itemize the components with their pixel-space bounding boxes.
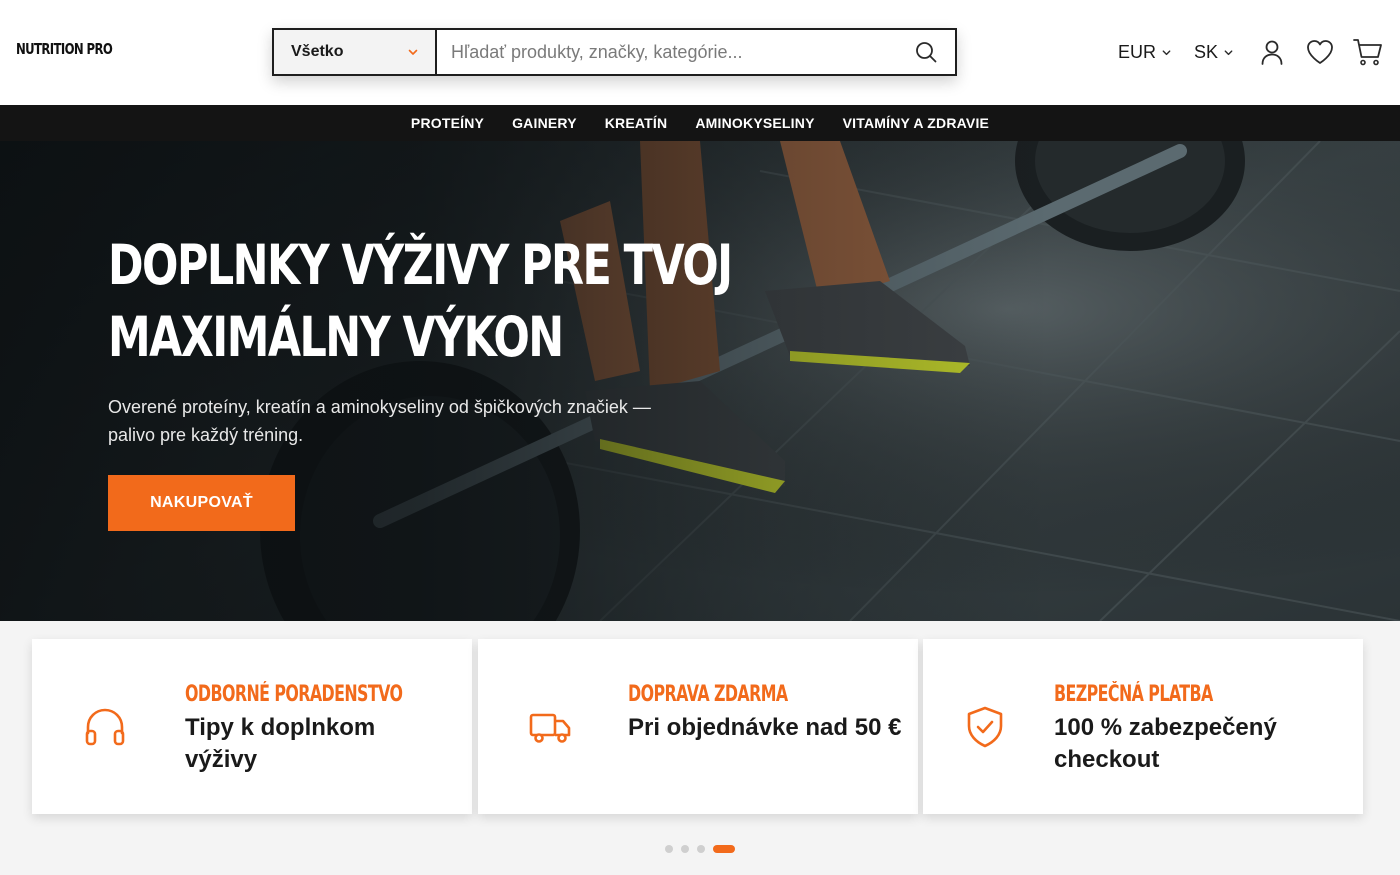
language-select[interactable]: SK bbox=[1194, 42, 1234, 63]
hero-overlay bbox=[0, 141, 1400, 621]
shield-check-icon bbox=[967, 706, 1003, 748]
feature-title: BEZPEČNÁ PLATBA bbox=[1054, 682, 1213, 707]
search-button[interactable] bbox=[897, 30, 955, 74]
carousel-dots bbox=[0, 844, 1400, 854]
wishlist-button[interactable] bbox=[1304, 36, 1336, 68]
nav-item-vitaminy[interactable]: VITAMÍNY A ZDRAVIE bbox=[843, 115, 989, 131]
hero-title: DOPLNKY VÝŽIVY PRE TVOJ MAXIMÁLNY VÝKON bbox=[108, 229, 733, 373]
language-label: SK bbox=[1193, 41, 1218, 62]
feature-text: 100 % zabezpečený checkout bbox=[1054, 714, 1277, 773]
hero-banner: DOPLNKY VÝŽIVY PRE TVOJ MAXIMÁLNY VÝKON … bbox=[0, 141, 1400, 621]
account-button[interactable] bbox=[1256, 36, 1288, 68]
main-nav: PROTEÍNY GAINERY KREATÍN AMINOKYSELINY V… bbox=[0, 105, 1400, 141]
feature-text: Pri objednávke nad 50 € bbox=[628, 714, 902, 741]
header-actions: EUR SK bbox=[1118, 34, 1384, 70]
site-header: NUTRITION PRO Všetko EUR SK bbox=[0, 0, 1400, 105]
truck-icon bbox=[529, 713, 571, 743]
hero-title-line: MAXIMÁLNY VÝKON bbox=[108, 305, 564, 369]
nav-item-kreatin[interactable]: KREATÍN bbox=[605, 115, 668, 131]
carousel-dot[interactable] bbox=[665, 845, 673, 853]
carousel-dot[interactable] bbox=[681, 845, 689, 853]
site-logo[interactable]: NUTRITION PRO bbox=[16, 40, 113, 58]
feature-card: BEZPEČNÁ PLATBA 100 % zabezpečený checko… bbox=[923, 639, 1363, 814]
search-input[interactable] bbox=[437, 30, 897, 74]
feature-card: DOPRAVA ZDARMA Pri objednávke nad 50 € bbox=[478, 639, 918, 814]
feature-title: ODBORNÉ PORADENSTVO bbox=[185, 682, 403, 707]
currency-label: EUR bbox=[1117, 41, 1156, 62]
feature-cards: ODBORNÉ PORADENSTVO Tipy k doplnkom výži… bbox=[32, 639, 1364, 814]
chevron-down-icon bbox=[408, 49, 418, 55]
nav-item-proteiny[interactable]: PROTEÍNY bbox=[411, 115, 484, 131]
headphones-icon bbox=[85, 708, 125, 746]
chevron-down-icon bbox=[1162, 49, 1171, 55]
search-bar: Všetko bbox=[272, 28, 957, 76]
cart-button[interactable] bbox=[1352, 36, 1384, 68]
hero-subtitle: Overené proteíny, kreatín a aminokyselin… bbox=[108, 397, 651, 445]
shop-now-button[interactable]: NAKUPOVAŤ bbox=[108, 475, 295, 531]
cart-icon bbox=[1353, 39, 1382, 66]
search-category-select[interactable]: Všetko bbox=[274, 30, 437, 74]
wishlist-heart-icon bbox=[1307, 40, 1333, 64]
feature-title: DOPRAVA ZDARMA bbox=[628, 682, 788, 707]
account-icon bbox=[1261, 40, 1283, 65]
chevron-down-icon bbox=[1224, 49, 1233, 55]
carousel-dot[interactable] bbox=[697, 845, 705, 853]
nav-item-aminokyseliny[interactable]: AMINOKYSELINY bbox=[695, 115, 814, 131]
search-category-label: Všetko bbox=[291, 43, 344, 60]
carousel-dot-active[interactable] bbox=[713, 845, 735, 853]
nav-item-gainery[interactable]: GAINERY bbox=[512, 115, 577, 131]
search-icon bbox=[916, 42, 937, 63]
feature-card: ODBORNÉ PORADENSTVO Tipy k doplnkom výži… bbox=[32, 639, 472, 814]
feature-text: Tipy k doplnkom výživy bbox=[185, 714, 376, 773]
currency-select[interactable]: EUR bbox=[1118, 42, 1172, 63]
hero-title-line: DOPLNKY VÝŽIVY PRE TVOJ bbox=[108, 233, 733, 297]
